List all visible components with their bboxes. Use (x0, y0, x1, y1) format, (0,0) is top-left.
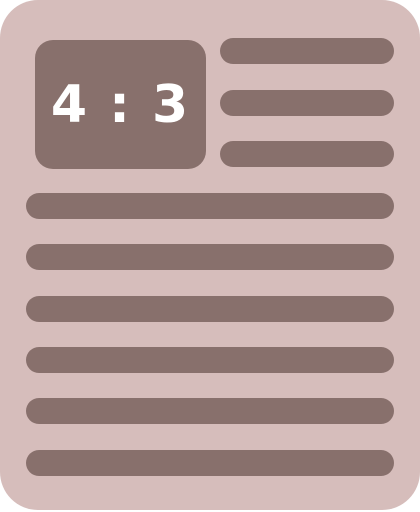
document-page: 4 : 3 (0, 0, 420, 510)
text-line-placeholder (26, 193, 394, 219)
text-line-placeholder (220, 38, 394, 64)
text-line-placeholder (26, 244, 394, 270)
text-line-placeholder (220, 141, 394, 167)
text-line-placeholder (26, 450, 394, 476)
aspect-ratio-badge: 4 : 3 (35, 40, 206, 169)
text-line-placeholder (26, 398, 394, 424)
text-line-placeholder (26, 347, 394, 373)
aspect-ratio-label: 4 : 3 (50, 74, 191, 135)
text-line-placeholder (26, 296, 394, 322)
text-line-placeholder (220, 90, 394, 116)
